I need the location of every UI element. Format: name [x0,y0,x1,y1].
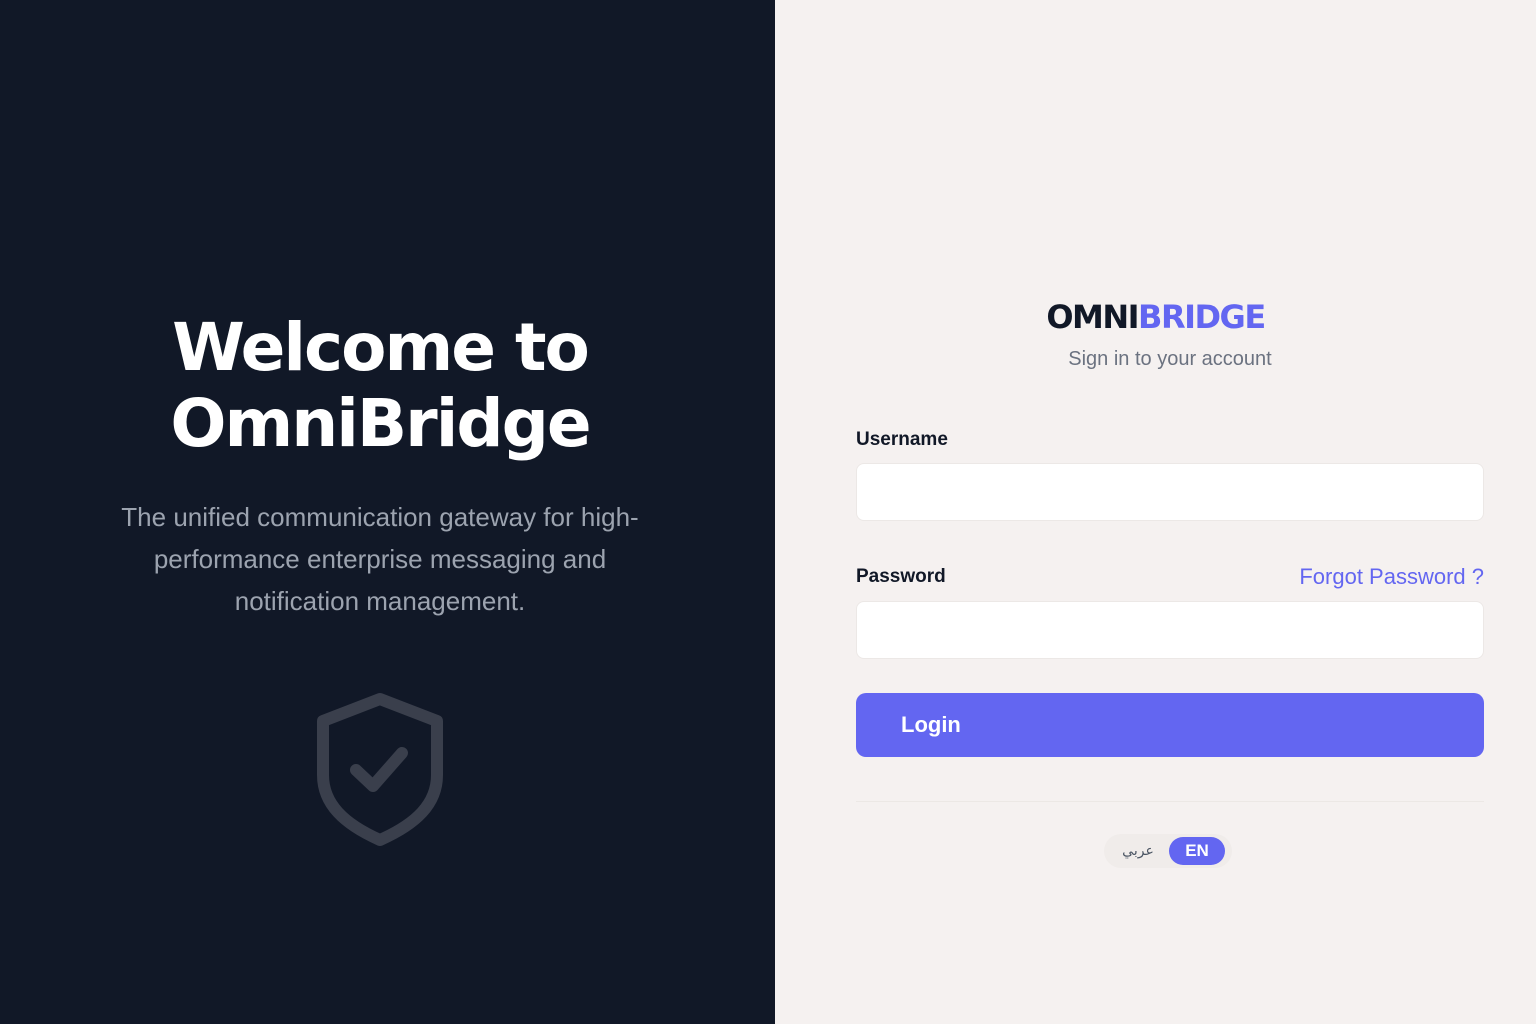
login-panel: OMNIBRIDGE Sign in to your account Usern… [775,0,1536,1024]
brand-logo: OMNIBRIDGE [775,298,1536,336]
password-group: Password Forgot Password ? [856,565,1484,659]
language-option-arabic[interactable]: عربي [1107,843,1169,859]
brand-logo-part2: BRIDGE [1138,298,1266,336]
login-form: Username Password Forgot Password ? Logi… [856,428,1484,802]
username-label: Username [856,429,948,450]
language-option-english[interactable]: EN [1169,837,1225,865]
password-input[interactable] [856,601,1484,659]
welcome-title-line1: Welcome to [172,309,590,386]
welcome-title-line2: OmniBridge [170,385,591,462]
shield-check-icon [314,690,446,848]
language-switcher: عربي EN [1104,834,1232,868]
forgot-password-link[interactable]: Forgot Password ? [1299,565,1484,589]
signin-subtitle: Sign in to your account [1068,348,1272,370]
username-input[interactable] [856,463,1484,521]
welcome-panel: Welcome to OmniBridge The unified commun… [0,0,775,1024]
password-label-row: Password Forgot Password ? [856,565,1484,589]
brand-logo-part1: OMNI [1046,298,1139,336]
password-label: Password [856,566,946,587]
login-button[interactable]: Login [856,693,1484,757]
divider [856,801,1484,802]
welcome-title: Welcome to OmniBridge [0,310,760,462]
welcome-subtitle: The unified communication gateway for hi… [121,502,639,616]
